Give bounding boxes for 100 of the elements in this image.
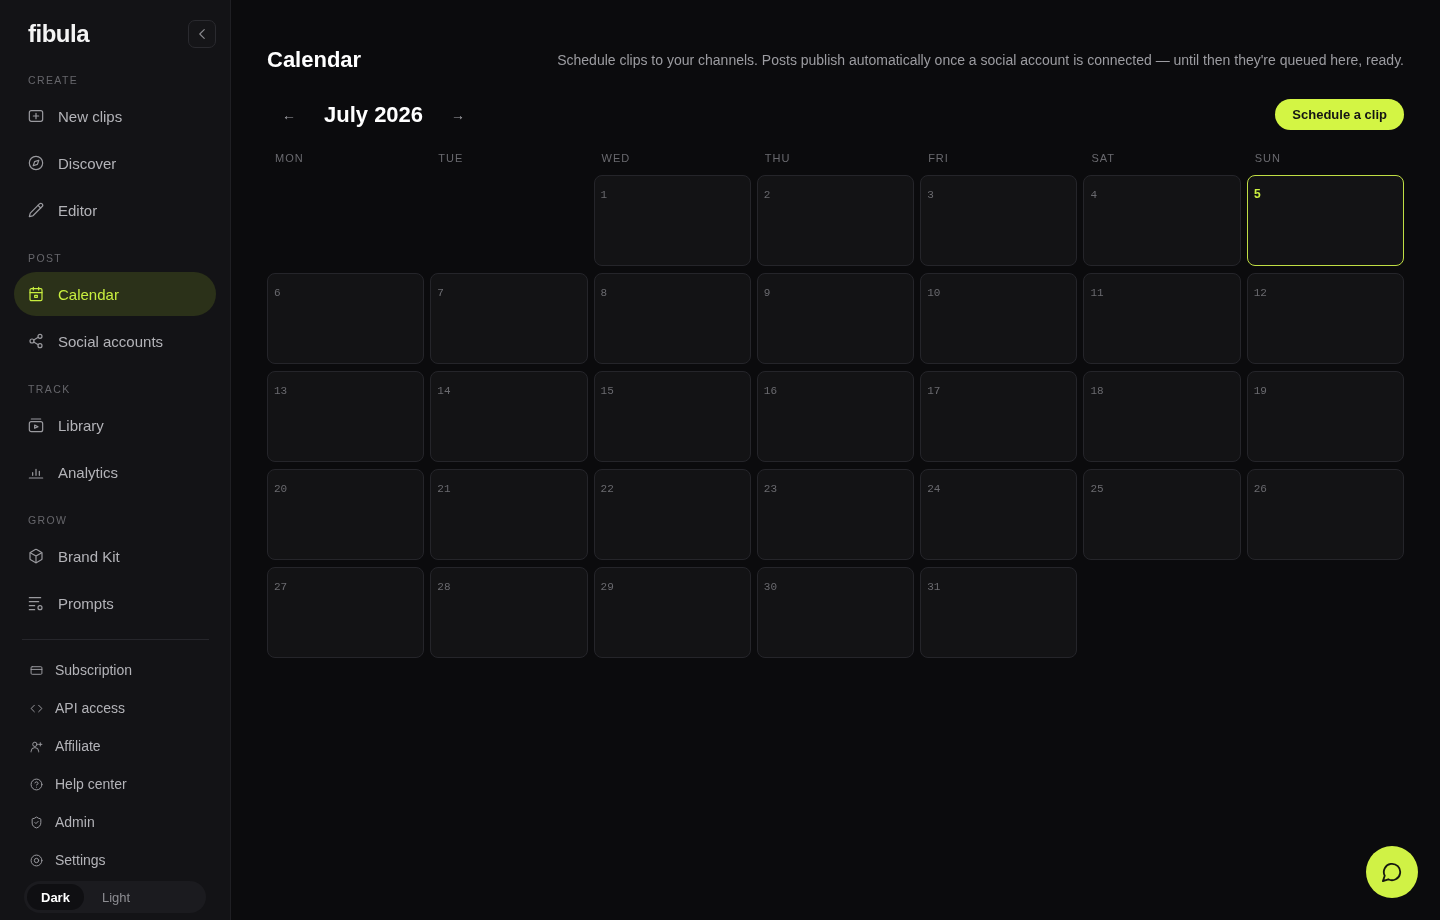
day-cell[interactable]: 27 <box>267 567 425 658</box>
day-number: 12 <box>1253 287 1267 299</box>
day-number: 13 <box>274 385 288 397</box>
help-icon <box>30 777 43 791</box>
next-month-button[interactable]: → <box>436 99 481 130</box>
day-cell[interactable]: 26 <box>1246 469 1404 560</box>
day-cell[interactable]: 16 <box>756 371 915 462</box>
weekday-label: SUN <box>1253 151 1282 165</box>
section-label: TRACK <box>28 382 72 397</box>
play-box-icon <box>28 417 44 433</box>
theme-option[interactable]: Light <box>87 884 145 910</box>
nav-item[interactable]: Calendar <box>14 272 216 316</box>
plus-square-icon <box>28 108 44 124</box>
day-number: 10 <box>927 287 941 299</box>
day-cell[interactable]: 28 <box>430 567 588 658</box>
day-number: 31 <box>927 581 941 593</box>
user-plus-icon <box>30 739 43 753</box>
day-cell[interactable]: 3 <box>920 175 1078 266</box>
day-number: 26 <box>1253 483 1267 495</box>
day-number: 14 <box>437 385 451 397</box>
day-cell[interactable]: 31 <box>920 567 1078 658</box>
compass-icon <box>28 155 44 171</box>
section-label: POST <box>28 251 64 266</box>
day-cell[interactable]: 4 <box>1083 175 1241 266</box>
day-cell[interactable]: 10 <box>920 273 1078 364</box>
day-number: 20 <box>274 483 288 495</box>
day-cell[interactable]: 9 <box>756 273 915 364</box>
page-description: Schedule clips to your channels. Posts publish automatically once a social account is connected — until then they're queued here, ready. <box>557 52 1404 68</box>
weekday-label: WED <box>600 151 632 165</box>
footer-link[interactable]: API access <box>22 691 208 725</box>
day-cell[interactable]: 5 <box>1246 175 1404 266</box>
day-cell[interactable]: 23 <box>756 469 915 560</box>
day-cell[interactable]: 17 <box>920 371 1078 462</box>
chat-button[interactable] <box>1366 846 1418 898</box>
day-number: 16 <box>763 385 778 397</box>
nav-item[interactable]: New clips <box>14 94 216 138</box>
nav-item[interactable]: Social accounts <box>14 319 216 363</box>
day-number: 21 <box>437 483 451 495</box>
day-cell[interactable]: 14 <box>430 371 588 462</box>
nav-item[interactable]: Brand Kit <box>14 534 216 578</box>
footer-link[interactable]: Settings <box>22 843 208 877</box>
footer-link[interactable]: Affiliate <box>22 729 208 763</box>
day-cell[interactable]: 15 <box>593 371 751 462</box>
weekday-label: THU <box>763 151 792 165</box>
day-number: 29 <box>600 581 614 593</box>
day-cell[interactable]: 20 <box>267 469 425 560</box>
credit-card-icon <box>30 663 43 677</box>
day-cell[interactable]: 29 <box>593 567 751 658</box>
logo: fibula <box>28 20 89 48</box>
shield-check-icon <box>30 815 43 829</box>
day-number: 15 <box>600 385 614 397</box>
day-cell[interactable]: 12 <box>1246 273 1404 364</box>
day-number: 4 <box>1090 189 1098 201</box>
day-cell[interactable]: 1 <box>593 175 751 266</box>
day-cell[interactable]: 6 <box>267 273 425 364</box>
theme-option[interactable]: Dark <box>27 884 84 910</box>
page-title: Calendar <box>267 47 362 73</box>
nav-item[interactable]: Library <box>14 403 216 447</box>
settings-icon <box>30 853 43 867</box>
day-number: 30 <box>763 581 778 593</box>
footer-link[interactable]: Admin <box>22 805 208 839</box>
chat-bubble-icon <box>1382 862 1402 882</box>
footer-link[interactable]: Help center <box>22 767 208 801</box>
day-number: 9 <box>763 287 771 299</box>
weekday-label: FRI <box>927 151 950 165</box>
schedule-clip-button[interactable]: Schedule a clip <box>1275 99 1404 130</box>
day-cell[interactable]: 30 <box>756 567 915 658</box>
day-cell[interactable]: 7 <box>430 273 588 364</box>
pencil-icon <box>28 202 44 218</box>
day-cell[interactable]: 24 <box>920 469 1078 560</box>
day-cell[interactable]: 25 <box>1083 469 1241 560</box>
nav-item[interactable]: Discover <box>14 141 216 185</box>
nav-item[interactable]: Prompts <box>14 581 216 625</box>
footer-link[interactable]: Subscription <box>22 653 208 687</box>
day-number: 3 <box>927 189 934 201</box>
day-cell[interactable]: 8 <box>593 273 751 364</box>
list-icon <box>28 595 44 611</box>
day-number: 2 <box>763 189 771 201</box>
day-cell[interactable]: 11 <box>1083 273 1241 364</box>
day-number: 18 <box>1090 385 1104 397</box>
nav-item[interactable]: Analytics <box>14 450 216 494</box>
day-number: 7 <box>437 287 444 299</box>
day-number: 24 <box>927 483 941 495</box>
day-number: 25 <box>1090 483 1104 495</box>
day-cell[interactable]: 21 <box>430 469 588 560</box>
weekday-label: TUE <box>437 151 465 165</box>
weekday-label: SAT <box>1090 151 1116 165</box>
day-number: 23 <box>763 483 778 495</box>
prev-month-button[interactable]: ← <box>267 99 311 130</box>
day-cell[interactable]: 2 <box>756 175 915 266</box>
day-number: 11 <box>1090 287 1104 299</box>
day-cell[interactable]: 18 <box>1083 371 1241 462</box>
day-cell[interactable]: 22 <box>593 469 751 560</box>
day-number: 8 <box>600 287 608 299</box>
nav-item[interactable]: Editor <box>14 188 216 232</box>
day-cell[interactable]: 19 <box>1246 371 1404 462</box>
day-number: 17 <box>927 385 941 397</box>
section-label: GROW <box>28 513 69 528</box>
day-cell[interactable]: 13 <box>267 371 425 462</box>
month-label: July 2026 <box>324 101 424 128</box>
